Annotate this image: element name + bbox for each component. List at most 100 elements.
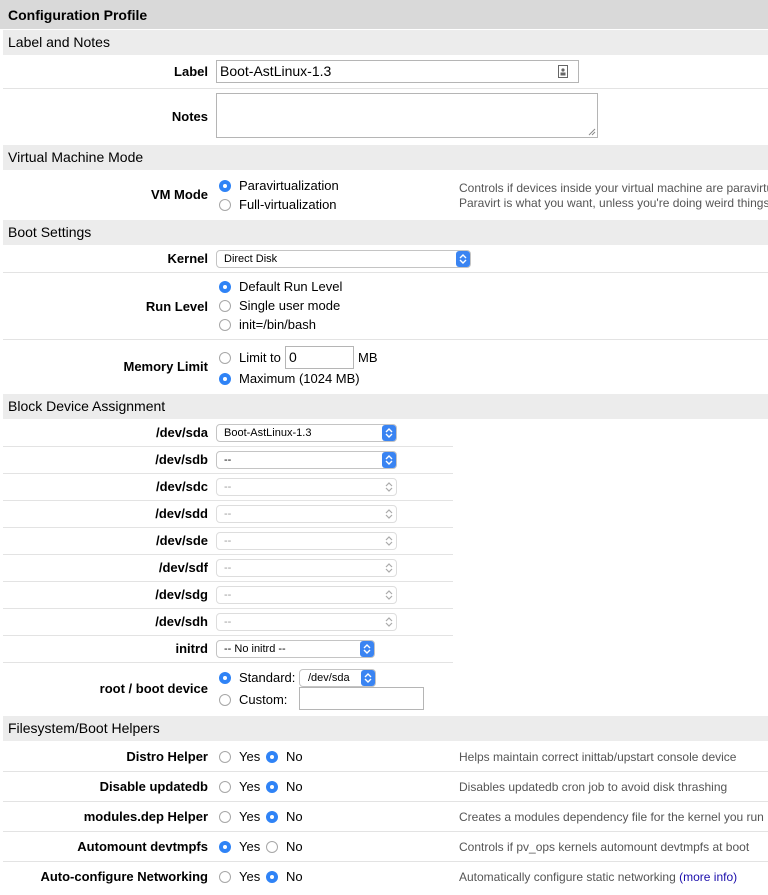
device-select-sdg[interactable]: -- — [216, 586, 397, 604]
chevron-updown-icon — [385, 536, 393, 546]
modules-dep-no-label: No — [286, 809, 303, 824]
radio-auto-networking-yes[interactable] — [219, 871, 231, 883]
chevron-updown-icon — [382, 425, 396, 441]
notes-textarea[interactable] — [216, 93, 598, 138]
vm-mode-description-line2: Paravirt is what you want, unless you're… — [459, 196, 768, 210]
root-standard-select-value: /dev/sda — [308, 672, 350, 684]
memory-limit-label: Memory Limit — [123, 359, 208, 374]
device-select-value: -- — [224, 589, 232, 601]
device-label-sde: /dev/sde — [155, 533, 208, 548]
radio-automount-yes[interactable] — [219, 841, 231, 853]
divider — [3, 272, 768, 273]
device-select-sdb[interactable]: -- — [216, 451, 397, 469]
distro-helper-label: Distro Helper — [126, 749, 208, 764]
radio-init-bin-bash[interactable] — [219, 319, 231, 331]
maximum-label: Maximum (1024 MB) — [239, 371, 360, 386]
section-label-notes: Label and Notes — [3, 30, 768, 55]
initrd-select-value: -- No initrd -- — [224, 643, 286, 655]
root-standard-select[interactable]: /dev/sda — [299, 669, 376, 687]
device-select-value: -- — [224, 481, 232, 493]
radio-automount-no[interactable] — [266, 841, 278, 853]
radio-default-run-level[interactable] — [219, 281, 231, 293]
radio-distro-helper-no[interactable] — [266, 751, 278, 763]
radio-modules-dep-no[interactable] — [266, 811, 278, 823]
radio-limit-to[interactable] — [219, 352, 231, 364]
initrd-select[interactable]: -- No initrd -- — [216, 640, 375, 658]
chevron-updown-icon — [456, 251, 470, 267]
auto-networking-description: Automatically configure static networkin… — [459, 870, 676, 884]
disable-updatedb-description: Disables updatedb cron job to avoid disk… — [459, 780, 728, 794]
kernel-select-value: Direct Disk — [224, 253, 278, 265]
auto-networking-description-row: Automatically configure static networkin… — [459, 869, 737, 885]
memory-unit: MB — [358, 350, 378, 365]
device-select-sda[interactable]: Boot-AstLinux-1.3 — [216, 424, 397, 442]
chevron-updown-icon — [385, 590, 393, 600]
option-full-virtualization: Full-virtualization — [239, 197, 337, 212]
device-label-sdf: /dev/sdf — [158, 560, 208, 575]
modules-dep-helper-label: modules.dep Helper — [83, 809, 208, 824]
option-single-user-mode: Single user mode — [239, 298, 341, 313]
divider — [3, 446, 453, 447]
automount-yes-label: Yes — [239, 839, 261, 854]
memory-limit-input[interactable]: 0 — [285, 346, 354, 369]
notes-field-label: Notes — [171, 109, 208, 124]
device-select-sdf[interactable]: -- — [216, 559, 397, 577]
distro-helper-description: Helps maintain correct inittab/upstart c… — [459, 750, 737, 764]
device-select-sde[interactable]: -- — [216, 532, 397, 550]
chevron-updown-icon — [361, 670, 375, 686]
section-block-devices: Block Device Assignment — [3, 394, 768, 419]
chevron-updown-icon — [385, 509, 393, 519]
label-input[interactable]: Boot-AstLinux-1.3 — [216, 60, 579, 83]
radio-single-user-mode[interactable] — [219, 300, 231, 312]
kernel-select[interactable]: Direct Disk — [216, 250, 471, 268]
automount-description: Controls if pv_ops kernels automount dev… — [459, 840, 750, 854]
device-select-value: -- — [224, 616, 232, 628]
device-label-sdg: /dev/sdg — [155, 587, 208, 602]
device-select-value: -- — [224, 535, 232, 547]
device-select-sdh[interactable]: -- — [216, 613, 397, 631]
distro-helper-yes-label: Yes — [239, 749, 261, 764]
auto-networking-no-label: No — [286, 869, 303, 884]
radio-disable-updatedb-yes[interactable] — [219, 781, 231, 793]
radio-root-standard[interactable] — [219, 672, 231, 684]
radio-distro-helper-yes[interactable] — [219, 751, 231, 763]
device-select-sdc[interactable]: -- — [216, 478, 397, 496]
radio-paravirtualization[interactable] — [219, 180, 231, 192]
chevron-updown-icon — [385, 617, 393, 627]
automount-no-label: No — [286, 839, 303, 854]
device-select-value: Boot-AstLinux-1.3 — [224, 427, 312, 439]
auto-networking-yes-label: Yes — [239, 869, 261, 884]
divider — [3, 473, 453, 474]
radio-maximum[interactable] — [219, 373, 231, 385]
label-input-value: Boot-AstLinux-1.3 — [220, 63, 332, 79]
option-paravirtualization: Paravirtualization — [239, 178, 339, 193]
radio-full-virtualization[interactable] — [219, 199, 231, 211]
radio-disable-updatedb-no[interactable] — [266, 781, 278, 793]
radio-root-custom[interactable] — [219, 694, 231, 706]
chevron-updown-icon — [360, 641, 374, 657]
root-custom-label: Custom: — [239, 692, 288, 707]
divider — [3, 662, 453, 663]
device-select-sdd[interactable]: -- — [216, 505, 397, 523]
divider — [3, 771, 768, 772]
automount-devtmpfs-label: Automount devtmpfs — [77, 839, 208, 854]
radio-modules-dep-yes[interactable] — [219, 811, 231, 823]
modules-dep-description: Creates a modules dependency file for th… — [459, 810, 764, 824]
page-title: Configuration Profile — [0, 0, 768, 29]
root-custom-input[interactable] — [299, 687, 424, 710]
limit-to-label: Limit to — [239, 350, 281, 365]
divider — [3, 339, 768, 340]
run-level-label: Run Level — [145, 299, 208, 314]
divider — [3, 608, 453, 609]
more-info-link[interactable]: (more info) — [679, 870, 737, 884]
divider — [3, 500, 453, 501]
device-label-sda: /dev/sda — [155, 425, 208, 440]
device-select-value: -- — [224, 508, 232, 520]
divider — [3, 831, 768, 832]
radio-auto-networking-no[interactable] — [266, 871, 278, 883]
modules-dep-yes-label: Yes — [239, 809, 261, 824]
resize-handle-icon[interactable] — [588, 128, 596, 136]
chevron-updown-icon — [382, 452, 396, 468]
root-standard-label: Standard: — [239, 670, 296, 685]
vm-mode-label: VM Mode — [150, 187, 208, 202]
